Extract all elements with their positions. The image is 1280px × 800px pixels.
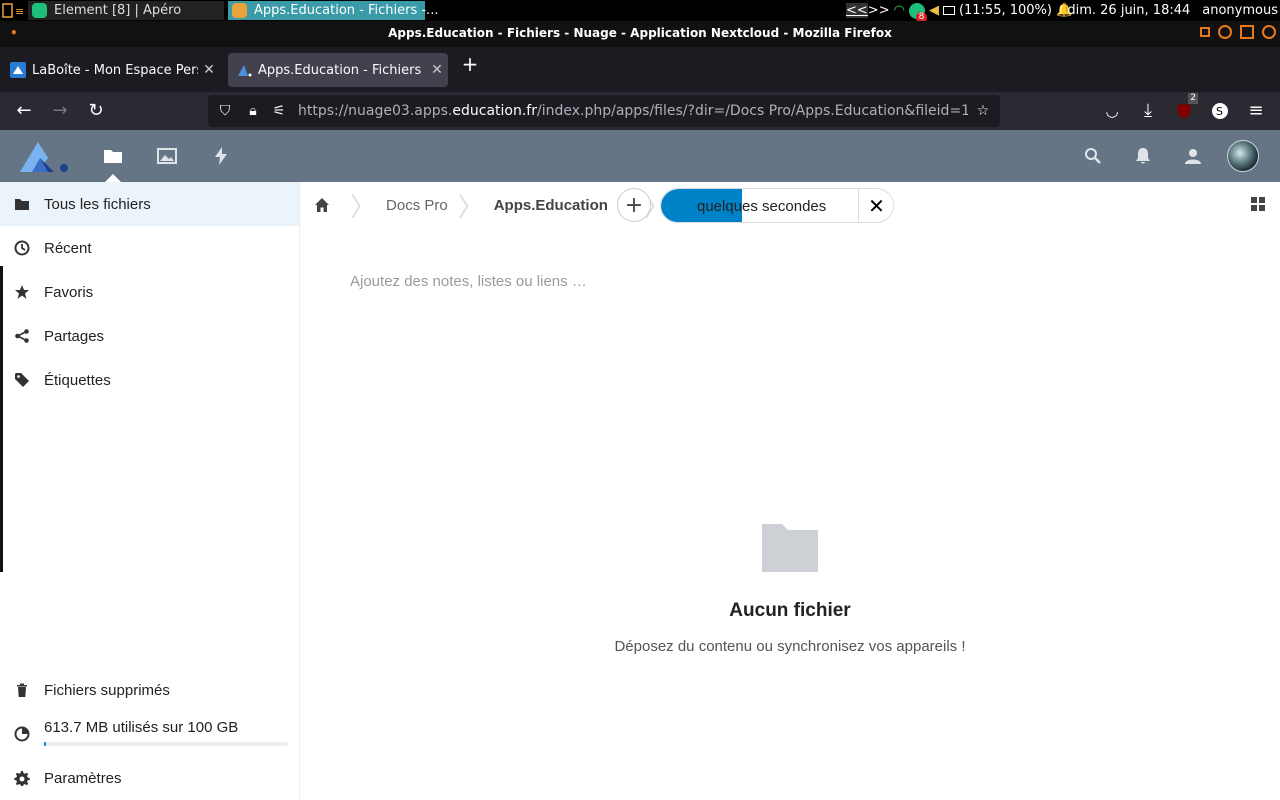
files-app-icon[interactable] — [103, 146, 123, 166]
reload-icon[interactable]: ↻ — [84, 99, 108, 123]
sync-extension-icon[interactable]: S — [1208, 99, 1232, 123]
tab-close-icon[interactable]: ✕ — [426, 62, 448, 78]
taskbar-right: dim. 26 juin, 18:44 anonymous — [1067, 0, 1278, 21]
photos-app-icon[interactable] — [157, 146, 177, 166]
lock-icon[interactable]: 🔒︎ — [244, 102, 262, 120]
sidebar-item-label: Récent — [44, 239, 92, 257]
quota-progress-fill — [44, 742, 47, 746]
url-text[interactable]: https://nuage03.apps.education.fr/index.… — [298, 103, 968, 119]
maximize-icon[interactable] — [1218, 25, 1232, 39]
browser-tab-bar: LaBoîte - Mon Espace Perso ✕ Apps.Educat… — [0, 47, 1280, 92]
sidebar-item-shares[interactable]: Partages — [0, 314, 299, 358]
sidebar-item-settings[interactable]: Paramètres — [0, 756, 299, 800]
wifi-icon[interactable]: ◠ — [894, 3, 905, 18]
sidebar-item-quota[interactable]: 613.7 MB utilisés sur 100 GB — [0, 712, 299, 756]
quota-label: 613.7 MB utilisés sur 100 GB — [44, 718, 239, 736]
tracking-shield-icon[interactable]: ⛉ — [216, 102, 234, 120]
activity-app-icon[interactable] — [211, 146, 231, 166]
sidebar-item-label: Fichiers supprimés — [44, 681, 170, 699]
restore-icon[interactable] — [1240, 25, 1254, 39]
cancel-upload-icon[interactable]: ✕ — [858, 188, 894, 223]
taskbar-app-element[interactable]: Element [8] | Apéro — [28, 1, 224, 20]
user-avatar[interactable] — [1227, 140, 1259, 172]
volume-icon[interactable]: ◀ — [929, 3, 939, 18]
sidebar-item-favorites[interactable]: Favoris — [0, 270, 299, 314]
folder-icon — [0, 196, 44, 212]
apps-education-logo-icon[interactable] — [18, 140, 72, 174]
permissions-icon[interactable]: ⚟ — [270, 102, 288, 120]
upload-time-remaining: quelques secondes — [697, 198, 827, 215]
sidebar-item-label: Paramètres — [44, 769, 122, 787]
search-icon[interactable] — [1083, 146, 1103, 166]
tag-icon — [0, 372, 44, 388]
clock[interactable]: dim. 26 juin, 18:44 — [1067, 3, 1190, 18]
sidebar-item-deleted-files[interactable]: Fichiers supprimés — [0, 668, 299, 712]
tab-laboite[interactable]: LaBoîte - Mon Espace Perso ✕ — [4, 53, 220, 87]
new-file-button[interactable]: + — [617, 188, 651, 222]
sidebar-item-label: Partages — [44, 327, 105, 345]
contacts-icon[interactable] — [1183, 146, 1203, 166]
ublock-extension-icon[interactable]: 2 — [1172, 93, 1198, 123]
sidebar-item-recent[interactable]: Récent — [0, 226, 299, 270]
pocket-icon[interactable]: ◡ — [1100, 99, 1124, 123]
sidebar-item-label: Favoris — [44, 283, 94, 301]
clock-icon — [0, 240, 44, 256]
window-title: Apps.Education - Fichiers - Nuage - Appl… — [388, 26, 892, 40]
breadcrumb-separator: 〉 — [350, 191, 377, 222]
nextcloud-header — [0, 130, 1280, 182]
system-taskbar: ≡ Element [8] | Apéro Apps.Education - F… — [0, 0, 1280, 23]
workspace-nav[interactable]: <<>> — [846, 3, 890, 18]
taskbar-app-firefox[interactable]: Apps.Education - Fichiers -... — [228, 1, 438, 20]
window-menu-dot-icon[interactable]: • — [10, 21, 18, 46]
breadcrumb-docs-pro[interactable]: Docs Pro — [382, 197, 452, 214]
window-title-bar: • Apps.Education - Fichiers - Nuage - Ap… — [0, 21, 1280, 47]
home-icon[interactable] — [300, 197, 344, 213]
active-app-indicator — [105, 174, 121, 182]
firefox-app-icon — [232, 3, 247, 18]
star-icon — [0, 284, 44, 300]
quota-pie-icon — [0, 726, 44, 742]
window-controls — [1200, 25, 1276, 39]
gear-icon — [0, 770, 44, 786]
sidebar-item-label: Tous les fichiers — [44, 195, 151, 213]
new-tab-icon[interactable]: + — [458, 53, 482, 77]
element-app-icon — [32, 3, 47, 18]
grid-view-icon[interactable] — [1250, 196, 1266, 212]
quota-progress-bar — [44, 742, 288, 746]
folder-notes-input[interactable]: Ajoutez des notes, listes ou liens … — [350, 273, 587, 290]
element-tray-icon[interactable]: 8 — [908, 2, 927, 23]
sidebar-item-label: Étiquettes — [44, 371, 111, 389]
empty-state-subtitle: Déposez du contenu ou synchronisez vos a… — [614, 638, 966, 655]
svg-text:S: S — [1216, 105, 1223, 118]
back-icon[interactable]: ← — [12, 99, 36, 123]
minimize-icon[interactable] — [1200, 27, 1210, 37]
breadcrumb-separator: 〉 — [457, 191, 484, 222]
terminal-icon[interactable]: ≡ — [2, 3, 24, 18]
empty-folder-icon — [762, 524, 818, 572]
menu-hamburger-icon[interactable]: ≡ — [1244, 99, 1268, 123]
trash-icon — [0, 682, 44, 698]
sidebar-item-tags[interactable]: Étiquettes — [0, 358, 299, 402]
notifications-bell-icon[interactable] — [1133, 146, 1153, 166]
tab-close-icon[interactable]: ✕ — [198, 62, 220, 78]
close-window-icon[interactable] — [1262, 25, 1276, 39]
share-icon — [0, 328, 44, 344]
sidebar-item-all-files[interactable]: Tous les fichiers — [0, 182, 299, 226]
laboite-favicon-icon — [10, 62, 26, 78]
files-sidebar: Tous les fichiers Récent Favoris Partage… — [0, 182, 300, 800]
tab-apps-education[interactable]: Apps.Education - Fichiers - Nuage ✕ — [228, 53, 448, 87]
browser-nav-bar: ← → ↻ ⛉ 🔒︎ ⚟ https://nuage03.apps.educat… — [0, 92, 1280, 130]
battery-icon — [942, 6, 955, 15]
apps-education-favicon-icon — [238, 65, 252, 77]
files-main-content: 〉 Docs Pro 〉 Apps.Education 〉 + quelques… — [300, 182, 1280, 800]
system-tray: <<>> ◠ 8 ◀ (11:55, 100%) 🔔 — [846, 2, 1073, 23]
svg-text:≡: ≡ — [15, 5, 24, 18]
url-bar[interactable]: ⛉ 🔒︎ ⚟ https://nuage03.apps.education.fr… — [208, 95, 1000, 127]
empty-state-title: Aucun fichier — [729, 600, 851, 621]
breadcrumb-apps-education[interactable]: Apps.Education — [490, 197, 612, 214]
bookmark-star-icon[interactable]: ☆ — [974, 102, 992, 120]
forward-icon[interactable]: → — [48, 99, 72, 123]
username: anonymous — [1202, 3, 1278, 18]
downloads-icon[interactable]: ⤓ — [1136, 99, 1160, 123]
